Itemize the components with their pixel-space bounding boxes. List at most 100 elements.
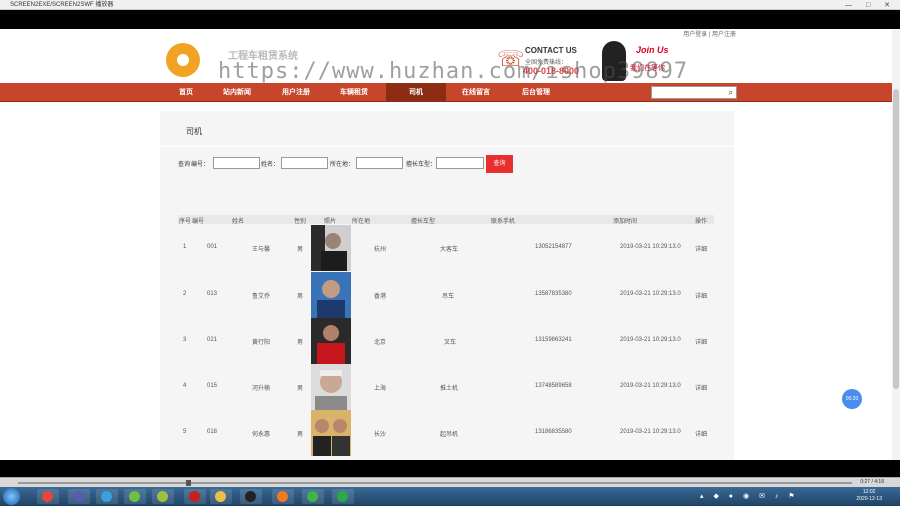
table-header: 序号 编号 姓名 性别 照片 所在地 擅长车型 联系手机 添加时间 操作 [178, 215, 714, 225]
clock-time: 12:02 [862, 489, 876, 495]
id-filter-input[interactable] [213, 157, 260, 169]
cell-time: 2019-03-21 10:29:13.0 [620, 291, 681, 297]
table-row: 3 021 黄行阳 男 北京 叉车 13159863241 2019-03-21… [178, 318, 714, 364]
cell-no: 4 [183, 383, 187, 389]
cell-location: 北京 [374, 340, 387, 346]
driver-photo [311, 225, 351, 271]
cell-time: 2019-03-21 10:29:13.0 [620, 244, 681, 250]
windows-taskbar: ▴ ◆ ● ◉ ✉ ♪ ⚑ 12:02 2020-12-13 [0, 487, 900, 506]
taskbar-chrome-icon[interactable] [37, 489, 59, 504]
browser-viewport: 用户登录 | 用户注册 工程车租赁系统 ☏ CONTACT US 全国免费热线：… [0, 29, 900, 460]
taskbar-app-icon[interactable] [68, 489, 90, 504]
cell-location: 香港 [374, 294, 387, 300]
location-filter-label: 所在地： [330, 162, 355, 168]
cell-vehicle: 大客车 [440, 247, 459, 253]
cell-name: 鲁艾乔 [252, 294, 271, 300]
cell-location: 长沙 [374, 432, 387, 438]
player-window-title: SCREEN2EXE/SCREEN2SWF 播放器 [10, 2, 114, 8]
taskbar-flash-icon[interactable] [184, 489, 206, 504]
search-icon[interactable]: ⌕ [729, 87, 733, 99]
col-header-no: 序号 [179, 219, 192, 225]
cell-time: 2019-03-21 10:29:13.0 [620, 337, 681, 343]
cell-gender: 男 [297, 294, 304, 300]
clock-date: 2020-12-13 [856, 496, 882, 502]
cell-phone: 13186835580 [535, 429, 572, 435]
progress-knob[interactable] [186, 480, 191, 486]
driver-photo [311, 272, 351, 318]
progress-track[interactable] [18, 482, 852, 484]
table-row: 1 001 王与馨 男 杭州 大客车 13052154877 2019-03-2… [178, 225, 714, 271]
query-button[interactable]: 查询 [486, 155, 513, 173]
table-row: 5 018 何永惠 男 长沙 起吊机 13186835580 2019-03-2… [178, 410, 714, 456]
nav-item-drivers[interactable]: 司机 [386, 83, 446, 102]
taskbar-qq-icon[interactable] [240, 489, 262, 504]
detail-link[interactable]: 详细 [695, 291, 707, 300]
vehicle-filter-input[interactable] [436, 157, 484, 169]
taskbar-app-icon[interactable] [152, 489, 174, 504]
nav-item-news[interactable]: 站内新闻 [216, 83, 258, 102]
scrollbar-thumb[interactable] [893, 89, 899, 389]
letterbox-bottom [0, 460, 900, 477]
site-logo-icon [166, 43, 200, 77]
table-row: 2 013 鲁艾乔 男 香港 吊车 13587835380 2019-03-21… [178, 272, 714, 318]
player-progress-bar[interactable]: 0:27 / 4:18 [0, 477, 900, 487]
start-button-icon[interactable] [3, 488, 20, 505]
col-header-action: 操作 [695, 219, 708, 225]
nav-item-register[interactable]: 用户注册 [275, 83, 317, 102]
site-header: 工程车租赁系统 ☏ CONTACT US 全国免费热线： 400-018-800… [0, 37, 892, 84]
cell-vehicle: 推土机 [440, 386, 459, 392]
cell-location: 上海 [374, 386, 387, 392]
col-header-id: 编号 [192, 219, 205, 225]
contact-title: CONTACT US [525, 46, 577, 55]
name-filter-label: 姓名： [261, 162, 280, 168]
cell-phone: 13587835380 [535, 291, 572, 297]
detail-link[interactable]: 详细 [695, 383, 707, 392]
detail-link[interactable]: 详细 [695, 429, 707, 438]
col-header-gender: 性别 [294, 219, 307, 225]
nav-item-rental[interactable]: 车辆租赁 [333, 83, 375, 102]
cell-phone: 13748589658 [535, 383, 572, 389]
player-time: 0:27 / 4:18 [860, 479, 884, 485]
content-panel: 司机 查询 编号： 姓名： 所在地： 擅长车型： 查询 序号 编号 姓名 性别 … [160, 111, 734, 460]
cell-time: 2019-03-21 10:29:13.0 [620, 429, 681, 435]
col-header-photo: 照片 [324, 219, 337, 225]
driver-photo [311, 364, 351, 410]
table-row: 4 015 河升楠 男 上海 推土机 13748589658 2019-03-2… [178, 364, 714, 410]
taskbar-app-icon[interactable] [272, 489, 294, 504]
cell-no: 3 [183, 337, 187, 343]
cell-name: 河升楠 [252, 386, 271, 392]
nav-item-admin[interactable]: 后台管理 [515, 83, 557, 102]
letterbox-top [0, 10, 900, 29]
nav-item-home[interactable]: 首页 [166, 83, 206, 102]
location-filter-input[interactable] [356, 157, 403, 169]
col-header-location: 所在地 [352, 219, 371, 225]
watermark-text: https://www.huzhan.com/ishop39897 [218, 59, 689, 84]
nav-item-messages[interactable]: 在线留言 [455, 83, 497, 102]
driver-photo [311, 318, 351, 364]
taskbar-app-icon[interactable] [124, 489, 146, 504]
timer-badge[interactable]: 00:20 [842, 389, 862, 409]
cell-location: 杭州 [374, 247, 387, 253]
nav-search-input[interactable]: ⌕ [651, 86, 737, 99]
system-tray-icons[interactable]: ▴ ◆ ● ◉ ✉ ♪ ⚑ [700, 492, 799, 500]
taskbar-app-icon[interactable] [332, 489, 354, 504]
name-filter-input[interactable] [281, 157, 328, 169]
heading-divider [160, 146, 734, 147]
cell-no: 5 [183, 429, 187, 435]
detail-link[interactable]: 详细 [695, 244, 707, 253]
taskbar-folder-icon[interactable] [210, 489, 232, 504]
taskbar-wechat-icon[interactable] [302, 489, 324, 504]
vehicle-filter-label: 擅长车型： [406, 162, 437, 168]
cell-id: 015 [207, 383, 218, 389]
taskbar-app-icon[interactable] [96, 489, 118, 504]
cell-name: 黄行阳 [252, 340, 271, 346]
cell-name: 何永惠 [252, 432, 271, 438]
detail-link[interactable]: 详细 [695, 337, 707, 346]
id-filter-label: 编号： [191, 162, 210, 168]
page-scrollbar[interactable] [892, 29, 900, 460]
cell-vehicle: 吊车 [442, 294, 455, 300]
taskbar-clock[interactable]: 12:02 2020-12-13 [856, 489, 882, 503]
cell-gender: 男 [297, 340, 304, 346]
cell-id: 021 [207, 337, 218, 343]
cell-id: 013 [207, 291, 218, 297]
